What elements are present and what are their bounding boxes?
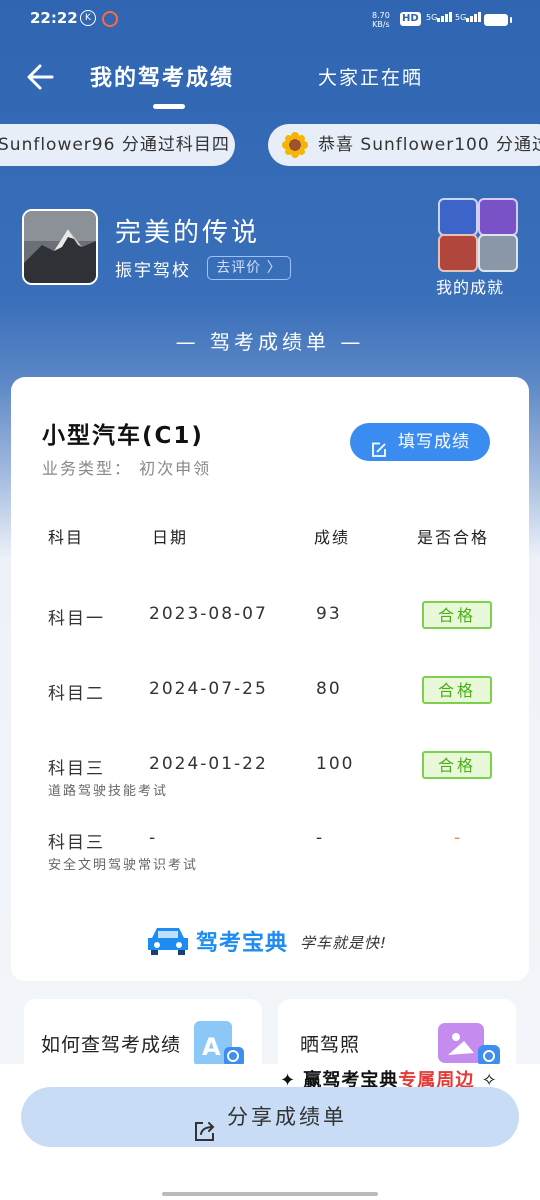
header-date: 日期 [152, 528, 189, 547]
network-speed: 8.70 KB/s [372, 11, 390, 29]
home-indicator[interactable] [162, 1192, 378, 1196]
header-subject: 科目 [48, 528, 85, 547]
active-tab-indicator [153, 104, 185, 109]
card-label: 晒驾照 [300, 1034, 361, 1056]
share-icon [193, 1106, 217, 1141]
row-subject: 科目一 [48, 609, 105, 629]
header-score: 成绩 [314, 528, 351, 547]
hd-icon: HD [400, 12, 421, 26]
sunflower-icon [282, 132, 308, 158]
row-score: 80 [316, 679, 342, 699]
row-score: 93 [316, 604, 342, 624]
badge-icon [478, 234, 518, 272]
battery-icon [484, 14, 512, 26]
tab-my-scores[interactable]: 我的驾考成绩 [90, 60, 234, 92]
record-icon [102, 11, 118, 27]
signal-icon-2: 5G [455, 12, 482, 22]
row-subject: 科目二 [48, 684, 105, 704]
row-note: 道路驾驶技能考试 [48, 784, 169, 799]
avatar[interactable] [22, 209, 98, 285]
card-label: 如何查驾考成绩 [41, 1034, 182, 1056]
status-bar: 22:22 K 8.70 KB/s HD 5G 5G [0, 0, 540, 40]
ticker-text: 恭喜 Sunflower100 分通过 [318, 135, 540, 155]
user-name: 完美的传说 [115, 218, 261, 248]
share-score-button[interactable]: 分享成绩单 [21, 1087, 519, 1147]
row-date: 2024-07-25 [149, 679, 268, 699]
status-time: 22:22 [30, 9, 78, 27]
vehicle-type: 小型汽车(C1) [42, 423, 204, 449]
pass-badge: 合格 [422, 751, 492, 779]
row-date: 2024-01-22 [149, 754, 268, 774]
badge-icon [478, 198, 518, 236]
svg-text:A: A [202, 1033, 221, 1061]
row-score: - [316, 828, 325, 848]
review-button[interactable]: 去评价 〉 [207, 256, 291, 280]
row-subject: 科目三 [48, 833, 105, 853]
row-subject: 科目三 [48, 759, 105, 779]
car-logo-icon [146, 920, 190, 956]
pass-badge: 合格 [422, 601, 492, 629]
achievement-badges[interactable] [436, 196, 518, 272]
section-title: — 驾考成绩单 — [175, 330, 365, 354]
my-achievements-link[interactable]: 我的成就 [436, 274, 504, 298]
driving-school: 振宇驾校 [115, 261, 191, 281]
logo-text: 驾考宝典 [196, 931, 289, 956]
badge-icon [438, 198, 478, 236]
back-arrow-icon[interactable] [24, 60, 58, 94]
row-date: 2023-08-07 [149, 604, 268, 624]
fill-score-button[interactable]: 填写成绩 [350, 423, 490, 461]
header-pass: 是否合格 [417, 528, 490, 547]
ticker-item: Sunflower96 分通过科目四 [0, 124, 235, 166]
k-icon: K [80, 10, 96, 26]
tab-everyone-sharing[interactable]: 大家正在晒 [318, 63, 423, 90]
ticker-text: Sunflower96 分通过科目四 [0, 135, 230, 155]
pass-badge: 合格 [422, 676, 492, 704]
edit-icon [371, 434, 387, 457]
row-pass: - [454, 828, 461, 848]
business-type: 业务类型： 初次申领 [42, 459, 212, 478]
signal-icon: 5G [426, 12, 453, 22]
badge-icon [438, 234, 478, 272]
row-note: 安全文明驾驶常识考试 [48, 858, 199, 873]
ticker-item: 恭喜 Sunflower100 分通过 [268, 124, 540, 166]
row-date: - [149, 828, 158, 848]
row-score: 100 [316, 754, 355, 774]
logo-slogan: 学车就是快! [300, 934, 388, 952]
